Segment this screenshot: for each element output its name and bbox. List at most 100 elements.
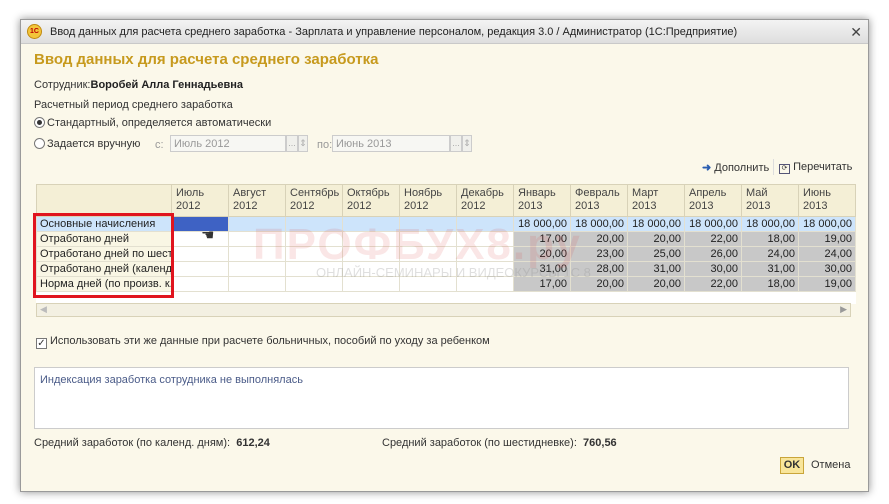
month-name: Февраль	[575, 187, 620, 199]
month-year: 2012	[176, 200, 201, 212]
month-header: Июль 2012	[171, 184, 229, 217]
table-cell[interactable]: 22,00	[684, 231, 742, 247]
month-name: Август	[233, 187, 267, 199]
watermark-sub: ОНЛАЙН-СЕМИНАРЫ И ВИДЕОКУРСЫ 1С 8	[316, 265, 591, 280]
month-header: Март 2013	[627, 184, 685, 217]
radio-icon[interactable]	[34, 138, 45, 149]
table-cell[interactable]: 26,00	[684, 246, 742, 262]
table-cell[interactable]: 18 000,00	[741, 216, 799, 232]
table-cell[interactable]: 18,00	[741, 276, 799, 292]
table-cell[interactable]: 31,00	[741, 261, 799, 277]
radio-standard[interactable]: Стандартный, определяется автоматически	[34, 117, 271, 129]
title-bar: 1С Ввод данных для расчета среднего зара…	[21, 20, 868, 44]
fill-button[interactable]: ➜ Дополнить	[702, 161, 769, 174]
1c-logo-icon: 1С	[27, 24, 42, 39]
table-cell[interactable]: 24,00	[798, 246, 856, 262]
scroll-right-icon[interactable]: ▶	[840, 304, 847, 315]
highlight-box	[33, 213, 174, 298]
month-name: Октябрь	[347, 187, 390, 199]
use-for-sick-checkbox[interactable]: ✓ Использовать эти же данные при расчете …	[36, 335, 490, 349]
to-label: по:	[317, 139, 333, 151]
employee-row: Сотрудник:Воробей Алла Геннадьевна	[34, 79, 243, 91]
table-cell[interactable]: 18 000,00	[798, 216, 856, 232]
employee-name[interactable]: Воробей Алла Геннадьевна	[91, 79, 244, 91]
table-cell[interactable]	[171, 276, 229, 292]
month-header: Апрель 2013	[684, 184, 742, 217]
table-cell[interactable]: 20,00	[627, 231, 685, 247]
table-cell[interactable]: 24,00	[741, 246, 799, 262]
close-icon[interactable]: ✕	[850, 24, 862, 41]
month-name: Сентябрь	[290, 187, 340, 199]
month-header: Май 2013	[741, 184, 799, 217]
checkbox-checked-icon[interactable]: ✓	[36, 338, 47, 349]
dialog-window: 1С Ввод данных для расчета среднего зара…	[20, 19, 869, 492]
table-cell[interactable]	[228, 276, 286, 292]
avg-calendar-value: 612,24	[236, 437, 270, 449]
month-header: Ноябрь 2012	[399, 184, 457, 217]
horizontal-scrollbar[interactable]: ◀ ▶	[36, 303, 851, 317]
month-year: 2012	[290, 200, 315, 212]
refresh-icon: ⟳	[779, 164, 790, 174]
month-header: Декабрь 2012	[456, 184, 514, 217]
ok-button[interactable]: OK	[780, 457, 804, 474]
reread-button[interactable]: ⟳ Перечитать	[779, 161, 852, 174]
month-year: 2013	[689, 200, 714, 212]
table-cell[interactable]: 18,00	[741, 231, 799, 247]
period-from-input[interactable]: Июль 2012	[170, 135, 286, 152]
period-to-spin[interactable]: ⇕	[462, 135, 472, 152]
month-name: Март	[632, 187, 659, 199]
month-name: Июль	[176, 187, 205, 199]
month-year: 2012	[461, 200, 486, 212]
radio-icon[interactable]	[34, 117, 45, 128]
table-cell[interactable]: 31,00	[627, 261, 685, 277]
month-header: Октябрь 2012	[342, 184, 400, 217]
month-year: 2013	[803, 200, 828, 212]
table-header: Июль 2012 Август 2012 Сентябрь 2012 Октябрь 201…	[36, 184, 856, 217]
table-cell[interactable]: 20,00	[627, 276, 685, 292]
table-cell[interactable]: 30,00	[798, 261, 856, 277]
radio-manual[interactable]: Задается вручную	[34, 138, 140, 150]
table-cell[interactable]: 30,00	[684, 261, 742, 277]
month-header: Февраль 2013	[570, 184, 628, 217]
month-year: 2013	[575, 200, 600, 212]
scroll-left-icon[interactable]: ◀	[40, 304, 47, 315]
avg-six-value: 760,56	[583, 437, 617, 449]
avg-calendar-label: Средний заработок (по календ. дням):	[34, 437, 231, 449]
month-name: Май	[746, 187, 768, 199]
from-label: с:	[155, 139, 164, 151]
month-year: 2012	[404, 200, 429, 212]
month-header: Январь 2013	[513, 184, 571, 217]
month-name: Июнь	[803, 187, 831, 199]
period-to-input[interactable]: Июнь 2013	[332, 135, 450, 152]
table-cell[interactable]	[171, 231, 229, 247]
month-year: 2012	[233, 200, 258, 212]
table-cell[interactable]	[171, 246, 229, 262]
table-cell[interactable]	[171, 216, 229, 232]
avg-six: Средний заработок (по шестидневке): 760,…	[382, 437, 617, 449]
toolbar-divider	[773, 159, 774, 175]
table-cell[interactable]: 19,00	[798, 276, 856, 292]
table-cell[interactable]: 22,00	[684, 276, 742, 292]
period-label: Расчетный период среднего заработка	[34, 99, 233, 111]
hand-cursor-icon: ☚	[201, 227, 215, 244]
table-cell[interactable]: 18 000,00	[684, 216, 742, 232]
indexation-note: Индексация заработка сотрудника не выпол…	[34, 367, 849, 429]
fill-label: Дополнить	[714, 162, 770, 174]
table-cell[interactable]	[171, 261, 229, 277]
header-corner	[36, 184, 172, 217]
table-cell[interactable]: 19,00	[798, 231, 856, 247]
month-name: Ноябрь	[404, 187, 443, 199]
cancel-button[interactable]: Отмена	[811, 459, 850, 471]
period-from-select-button[interactable]: ...	[286, 135, 298, 152]
radio-standard-label: Стандартный, определяется автоматически	[47, 117, 272, 129]
month-header: Июнь 2013	[798, 184, 856, 217]
period-to-select-button[interactable]: ...	[450, 135, 462, 152]
table-cell[interactable]: 18 000,00	[627, 216, 685, 232]
month-name: Апрель	[689, 187, 727, 199]
month-year: 2013	[518, 200, 543, 212]
table-cell[interactable]: 25,00	[627, 246, 685, 262]
month-header: Сентябрь 2012	[285, 184, 343, 217]
month-name: Январь	[518, 187, 556, 199]
month-header: Август 2012	[228, 184, 286, 217]
period-from-spin[interactable]: ⇕	[298, 135, 308, 152]
